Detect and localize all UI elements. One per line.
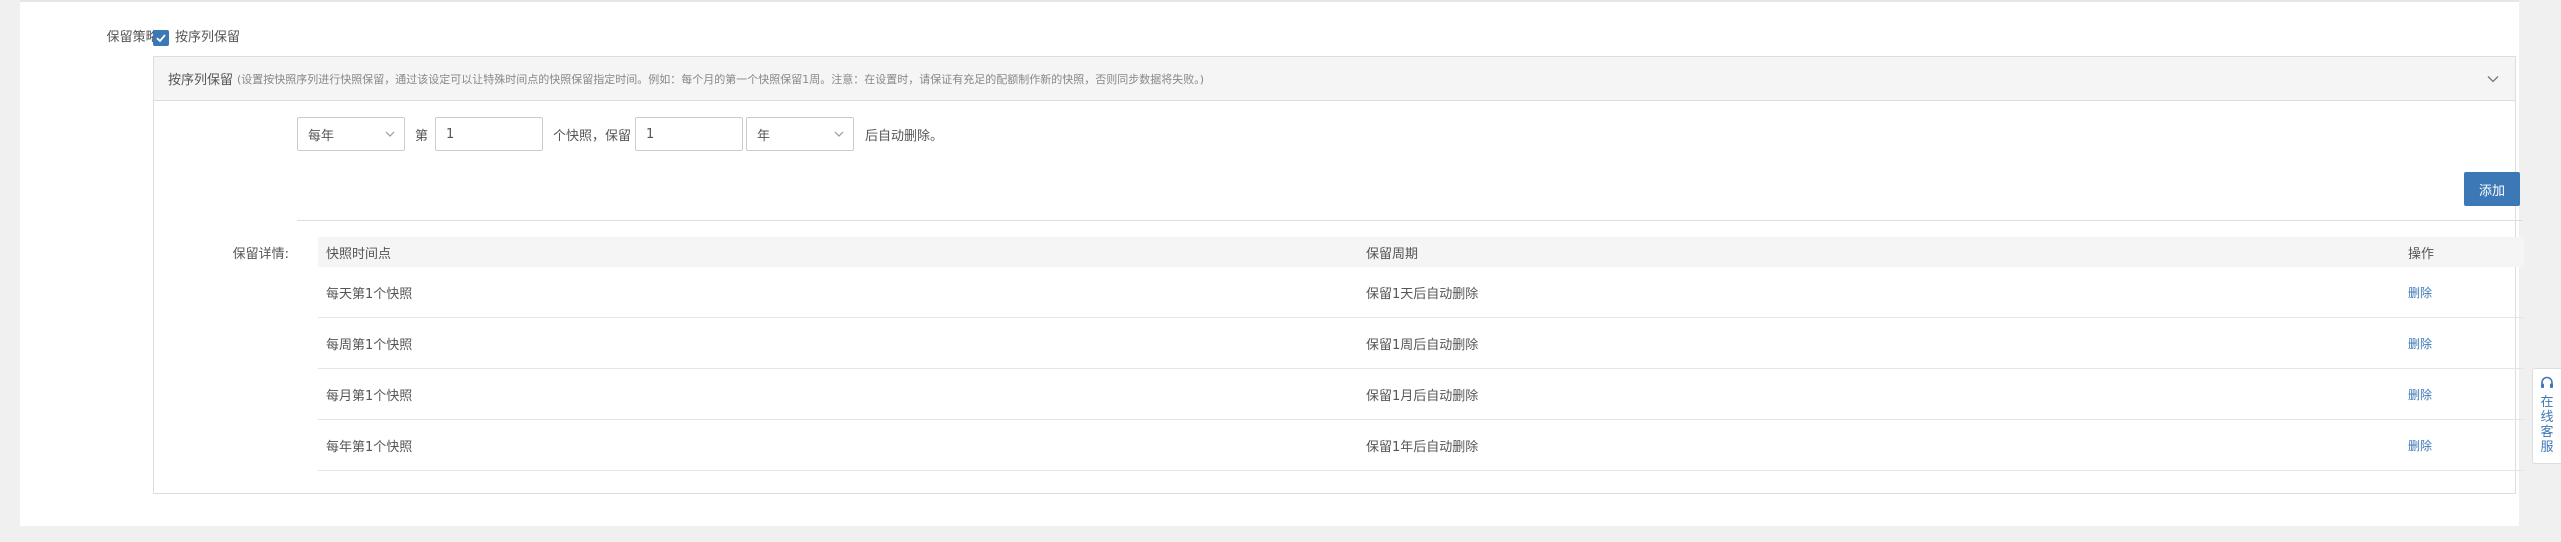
column-header-period: 保留周期: [1366, 246, 1419, 262]
keep-value-input[interactable]: [635, 117, 744, 151]
online-service-tab[interactable]: 在线客服: [2532, 368, 2561, 464]
chevron-down-icon[interactable]: [2485, 71, 2501, 87]
row-point: 每天第1个快照: [326, 286, 413, 302]
online-service-label: 在线客服: [2540, 395, 2554, 455]
divider: [297, 220, 2523, 221]
policy-label: 保留策略:: [106, 30, 163, 45]
row-point: 每月第1个快照: [326, 388, 413, 404]
unit-select[interactable]: 年: [746, 117, 855, 151]
table-row: 每天第1个快照 保留1天后自动删除 删除: [318, 267, 2524, 318]
ordinal-prefix: 第: [415, 128, 429, 144]
row-period: 保留1年后自动删除: [1366, 439, 1479, 455]
suffix-text: 后自动删除。: [865, 128, 944, 144]
content-card: 保留策略: 按序列保留 按序列保留 (设置按快照序列进行快照保留，通过该设定可以…: [20, 0, 2524, 526]
retention-details-table: 快照时间点 保留周期 操作 每天第1个快照 保留1天后自动删除 删除 每周第1个…: [318, 237, 2524, 471]
delete-link[interactable]: 删除: [2408, 286, 2432, 300]
ordinal-input[interactable]: [435, 117, 544, 151]
table-header: 快照时间点 保留周期 操作: [318, 237, 2524, 267]
policy-checkbox-label[interactable]: 按序列保留: [175, 28, 240, 48]
delete-link[interactable]: 删除: [2408, 439, 2432, 453]
chevron-down-icon: [385, 131, 395, 137]
unit-select-value: 年: [757, 128, 771, 144]
chevron-down-icon: [834, 131, 844, 137]
panel-description: (设置按快照序列进行快照保留，通过该设定可以让特殊时间点的快照保留指定时间。例如…: [237, 72, 1205, 86]
table-row: 每年第1个快照 保留1年后自动删除 删除: [318, 420, 2524, 471]
snapshot-text: 个快照，保留: [553, 128, 632, 144]
delete-link[interactable]: 删除: [2408, 337, 2432, 351]
row-period: 保留1天后自动删除: [1366, 286, 1479, 302]
period-select[interactable]: 每年: [297, 117, 405, 151]
period-select-value: 每年: [308, 128, 335, 144]
table-row: 每周第1个快照 保留1周后自动删除 删除: [318, 318, 2524, 369]
delete-link[interactable]: 删除: [2408, 388, 2432, 402]
panel-header[interactable]: 按序列保留 (设置按快照序列进行快照保留，通过该设定可以让特殊时间点的快照保留指…: [154, 57, 2515, 101]
details-label: 保留详情:: [232, 247, 289, 262]
policy-checkbox[interactable]: [153, 30, 169, 46]
check-icon: [156, 34, 166, 43]
column-header-action: 操作: [2408, 246, 2435, 262]
column-header-point: 快照时间点: [326, 246, 392, 262]
row-point: 每周第1个快照: [326, 337, 413, 353]
row-point: 每年第1个快照: [326, 439, 413, 455]
headset-icon: [2541, 376, 2553, 388]
row-period: 保留1周后自动删除: [1366, 337, 1479, 353]
row-period: 保留1月后自动删除: [1366, 388, 1479, 404]
panel-title: 按序列保留: [168, 73, 234, 88]
sequence-retention-panel: 按序列保留 (设置按快照序列进行快照保留，通过该设定可以让特殊时间点的快照保留指…: [153, 56, 2524, 494]
table-row: 每月第1个快照 保留1月后自动删除 删除: [318, 369, 2524, 420]
add-button[interactable]: 添加: [2464, 172, 2520, 206]
retention-rule-row: 每年 第 个快照，保留 年 后自动删除。: [297, 117, 943, 151]
